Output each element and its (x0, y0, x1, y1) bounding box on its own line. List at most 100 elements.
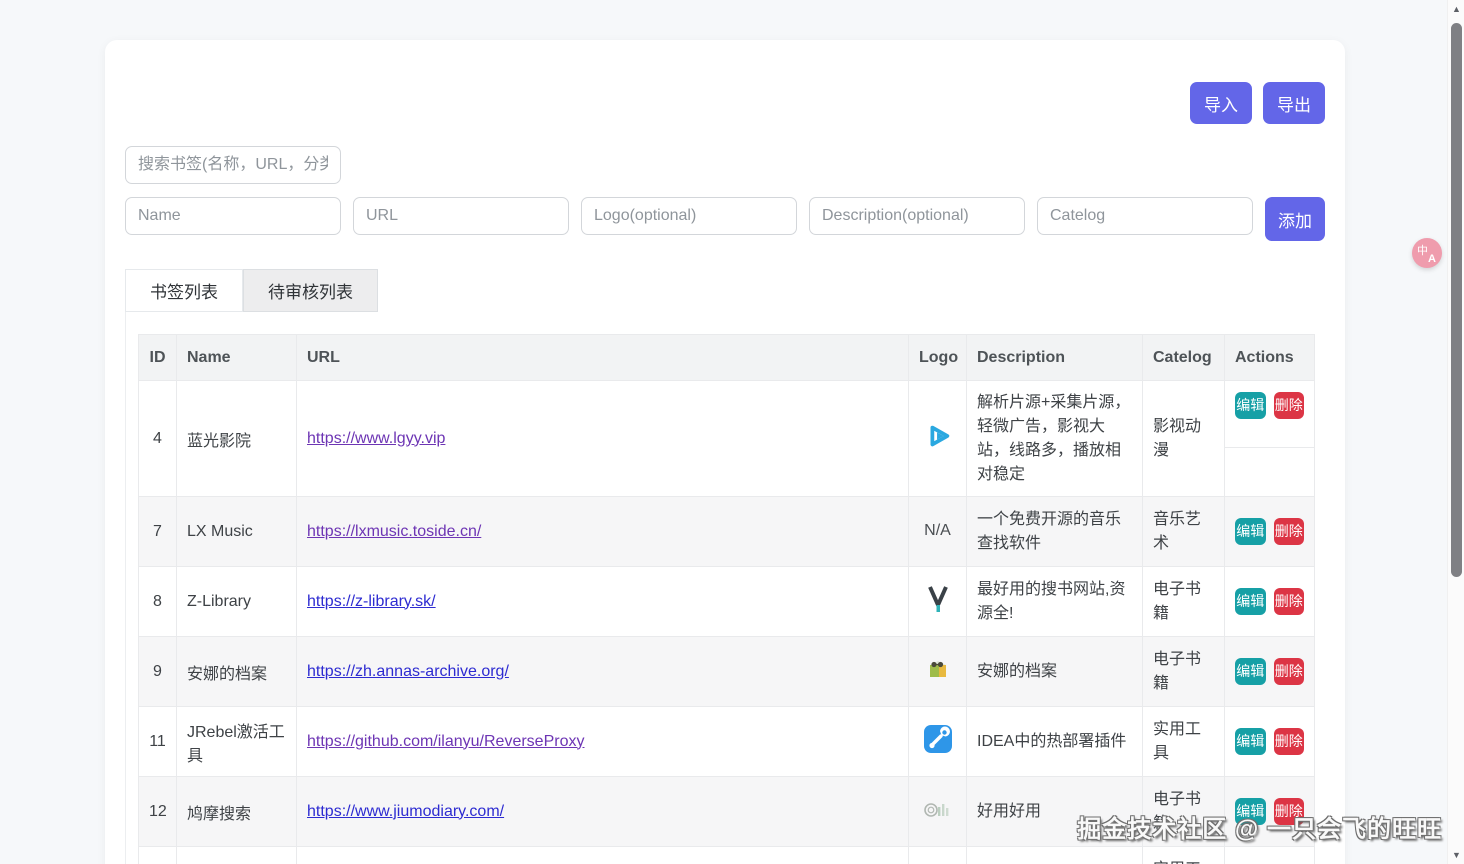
bookmark-logo-cell: N/A (909, 707, 967, 777)
tab-bar: 书签列表 待审核列表 (125, 269, 1325, 312)
bookmark-logo-cell: N/A (909, 381, 967, 497)
bookmark-description: IDEA中的热部署插件 (967, 707, 1143, 777)
translate-fab-button[interactable]: 中 A (1412, 238, 1442, 268)
table-row: Navicat试用 N/A (139, 847, 1315, 864)
snail-logo-icon (923, 798, 953, 825)
search-row (125, 146, 1325, 184)
browser-scrollbar[interactable]: ▲ ▼ (1447, 0, 1464, 864)
wrench-logo-icon (923, 724, 953, 759)
edit-button[interactable]: 编辑 (1235, 588, 1266, 615)
bookmark-logo-cell: N/A (909, 847, 967, 864)
bookmark-url-link[interactable]: https://www.jiumodiary.com/ (307, 803, 504, 820)
bookmark-catelog: 电子书籍 (1143, 637, 1225, 707)
zlibrary-logo-icon (924, 584, 952, 619)
bookmark-id: 7 (139, 497, 177, 567)
search-input[interactable] (125, 146, 341, 184)
name-field[interactable] (125, 197, 341, 235)
bookmark-name: 鸠摩搜索 (177, 777, 297, 847)
toolbar: 导入 导出 (125, 82, 1325, 124)
scrollbar-thumb[interactable] (1451, 23, 1462, 577)
bookmark-catelog: 影视动漫 (1143, 381, 1225, 497)
logo-field[interactable] (581, 197, 797, 235)
delete-button[interactable]: 删除 (1274, 658, 1305, 685)
annas-archive-logo-icon (925, 656, 951, 687)
bookmark-actions-cell: 编辑 删除 (1225, 381, 1315, 497)
table-row: 7 LX Music https://lxmusic.toside.cn/ N/… (139, 497, 1315, 567)
scrollbar-down-arrow[interactable]: ▼ (1448, 848, 1464, 862)
edit-button[interactable]: 编辑 (1235, 518, 1266, 545)
delete-button[interactable]: 删除 (1274, 588, 1305, 615)
description-field[interactable] (809, 197, 1025, 235)
bookmark-name: Navicat试用 (177, 847, 297, 864)
bookmark-id: 9 (139, 637, 177, 707)
bookmark-description: 解析片源+采集片源，轻微广告，影视大站，线路多，播放相对稳定 (967, 381, 1143, 497)
table-row: 9 安娜的档案 https://zh.annas-archive.org/ N/… (139, 637, 1315, 707)
bookmark-url-link[interactable]: https://z-library.sk/ (307, 593, 436, 610)
bookmark-actions-cell: 编辑 删除 (1225, 497, 1315, 567)
delete-button[interactable]: 删除 (1274, 392, 1305, 419)
header-id: ID (139, 335, 177, 381)
edit-button[interactable]: 编辑 (1235, 798, 1266, 825)
table-row: 8 Z-Library https://z-library.sk/ N/A (139, 567, 1315, 637)
bookmark-catelog: 实用工具 (1143, 707, 1225, 777)
bookmark-id (139, 847, 177, 864)
bookmark-name: 安娜的档案 (177, 637, 297, 707)
bookmark-url-link[interactable]: https://lxmusic.toside.cn/ (307, 523, 481, 540)
bookmark-catelog: 电子书籍 (1143, 777, 1225, 847)
bookmark-description (967, 847, 1143, 864)
delete-button[interactable]: 删除 (1274, 518, 1305, 545)
delete-button[interactable]: 删除 (1274, 728, 1305, 755)
na-logo-text: N/A (924, 522, 951, 539)
bookmark-url-link[interactable]: https://zh.annas-archive.org/ (307, 663, 509, 680)
bookmark-actions-cell: 编辑 删除 (1225, 707, 1315, 777)
import-button[interactable]: 导入 (1190, 82, 1252, 124)
play-logo-icon (923, 421, 953, 456)
bookmark-id: 8 (139, 567, 177, 637)
url-field[interactable] (353, 197, 569, 235)
header-name: Name (177, 335, 297, 381)
bookmark-url-cell: https://github.com/ilanyu/ReverseProxy (297, 707, 909, 777)
bookmark-actions-cell: 编辑 删除 (1225, 847, 1315, 864)
bookmark-list-panel: ID Name URL Logo Description Catelog Act… (125, 312, 1325, 864)
bookmark-url-link[interactable]: https://www.lgyy.vip (307, 430, 445, 447)
bookmark-actions-cell: 编辑 删除 (1225, 567, 1315, 637)
add-button[interactable]: 添加 (1265, 197, 1325, 241)
bookmark-actions-cell: 编辑 删除 (1225, 637, 1315, 707)
bookmark-description: 好用好用 (967, 777, 1143, 847)
bookmark-manager-card: 导入 导出 添加 书签列表 待审核列表 (105, 40, 1345, 864)
tab-pending-review-list[interactable]: 待审核列表 (243, 269, 378, 312)
bookmark-name: LX Music (177, 497, 297, 567)
bookmark-logo-cell: N/A (909, 637, 967, 707)
header-catelog: Catelog (1143, 335, 1225, 381)
bookmark-url-cell: https://lxmusic.toside.cn/ (297, 497, 909, 567)
tab-bookmark-list[interactable]: 书签列表 (125, 269, 243, 312)
bookmark-logo-cell: N/A (909, 567, 967, 637)
bookmark-table: ID Name URL Logo Description Catelog Act… (138, 334, 1315, 864)
catelog-field[interactable] (1037, 197, 1253, 235)
header-logo: Logo (909, 335, 967, 381)
header-description: Description (967, 335, 1143, 381)
bookmark-url-cell: https://z-library.sk/ (297, 567, 909, 637)
edit-button[interactable]: 编辑 (1235, 392, 1266, 419)
bookmark-catelog: 实用工具 (1143, 847, 1225, 864)
table-header-row: ID Name URL Logo Description Catelog Act… (139, 335, 1315, 381)
bookmark-url-link[interactable]: https://github.com/ilanyu/ReverseProxy (307, 733, 584, 750)
bookmark-logo-cell: N/A (909, 497, 967, 567)
bookmark-url-cell: https://zh.annas-archive.org/ (297, 637, 909, 707)
edit-button[interactable]: 编辑 (1235, 728, 1266, 755)
add-bookmark-form: 添加 (125, 197, 1325, 241)
bookmark-catelog: 音乐艺术 (1143, 497, 1225, 567)
bookmark-url-cell (297, 847, 909, 864)
translate-zh-glyph: 中 (1417, 242, 1428, 258)
bookmark-description: 最好用的搜书网站,资源全! (967, 567, 1143, 637)
table-row: 4 蓝光影院 https://www.lgyy.vip N/A (139, 381, 1315, 497)
header-url: URL (297, 335, 909, 381)
edit-button[interactable]: 编辑 (1235, 658, 1266, 685)
export-button[interactable]: 导出 (1263, 82, 1325, 124)
bookmark-id: 12 (139, 777, 177, 847)
bookmark-description: 安娜的档案 (967, 637, 1143, 707)
bookmark-description: 一个免费开源的音乐查找软件 (967, 497, 1143, 567)
scrollbar-up-arrow[interactable]: ▲ (1448, 2, 1464, 16)
bookmark-url-cell: https://www.jiumodiary.com/ (297, 777, 909, 847)
delete-button[interactable]: 删除 (1274, 798, 1305, 825)
